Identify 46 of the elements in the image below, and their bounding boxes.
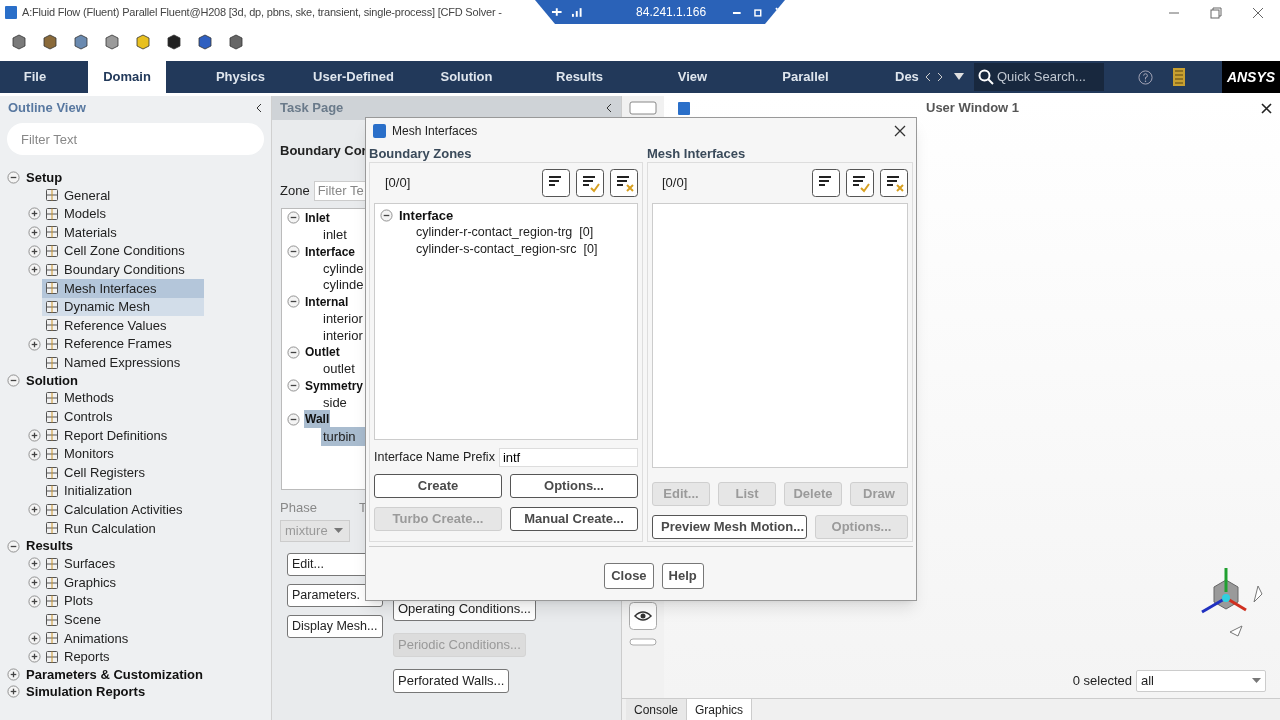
- tree-item-label: General: [64, 186, 111, 205]
- tree-item-label: Controls: [64, 408, 113, 427]
- tree-item-label: Report Definitions: [64, 426, 168, 445]
- remote-address: 84.241.1.166: [636, 4, 707, 21]
- dropdown-value: mixture: [285, 522, 328, 541]
- panel-title: Outline View: [8, 99, 86, 118]
- tree-item-label: Scene: [64, 611, 101, 629]
- zone-name: cylinder-s-contact_region-src: [416, 241, 577, 259]
- field-label: Zone: [280, 181, 310, 200]
- dialog-title: Mesh Interfaces: [392, 123, 478, 140]
- window-title: A:Fluid Flow (Fluent) Parallel Fluent@H208 [3d, dp, pbns, ske, transient, single-process] [CFD Solver -: [22, 5, 502, 21]
- tree-item-label: Cell Zone Conditions: [64, 242, 185, 261]
- tree-item-label: Cell Registers: [64, 463, 145, 482]
- tree-item-label: Mesh Interfaces: [64, 279, 157, 298]
- panel-title: Task Page: [280, 99, 344, 118]
- tree-item-label: Reports: [64, 648, 110, 667]
- tree-item-label: Materials: [64, 223, 117, 242]
- window-title: User Window 1: [926, 99, 1020, 118]
- field-label: Interface Name Prefix: [374, 449, 495, 467]
- tree-item-label: Methods: [64, 389, 114, 408]
- section-heading: Boundary Zones: [369, 145, 473, 162]
- dropdown-value: all: [1141, 672, 1154, 691]
- tree-item-label: Plots: [64, 592, 93, 611]
- tree-item-label: Run Calculation: [64, 519, 156, 538]
- zone-count: [0]: [583, 241, 598, 259]
- zone-count: [0]: [579, 224, 594, 242]
- selection-count: 0 selected: [1072, 672, 1132, 691]
- selection-count: [0/0]: [385, 174, 411, 193]
- tree-item-label: Models: [64, 205, 106, 224]
- ansys-logo: ANSYS: [1226, 67, 1276, 87]
- zone-name: cylinder-r-contact_region-trg: [416, 224, 573, 242]
- tree-item-label: Calculation Activities: [64, 501, 183, 520]
- tree-item-label: Dynamic Mesh: [64, 298, 150, 317]
- field-label: Phase: [280, 498, 317, 517]
- section-heading: Mesh Interfaces: [647, 145, 747, 162]
- tree-item-label: Initialization: [64, 482, 132, 501]
- tree-item-label: Monitors: [64, 445, 114, 464]
- tree-item-label: Named Expressions: [64, 353, 181, 372]
- tree-item-label: Reference Frames: [64, 335, 172, 354]
- tree-item-label: Reference Values: [64, 316, 167, 335]
- section-heading: Boundary Cor: [280, 142, 367, 160]
- selection-count: [0/0]: [662, 174, 688, 193]
- tree-item-label: Boundary Conditions: [64, 260, 185, 279]
- tree-item-label: Surfaces: [64, 555, 116, 574]
- tree-item-label: Graphics: [64, 573, 117, 592]
- tree-item-label: Animations: [64, 629, 129, 648]
